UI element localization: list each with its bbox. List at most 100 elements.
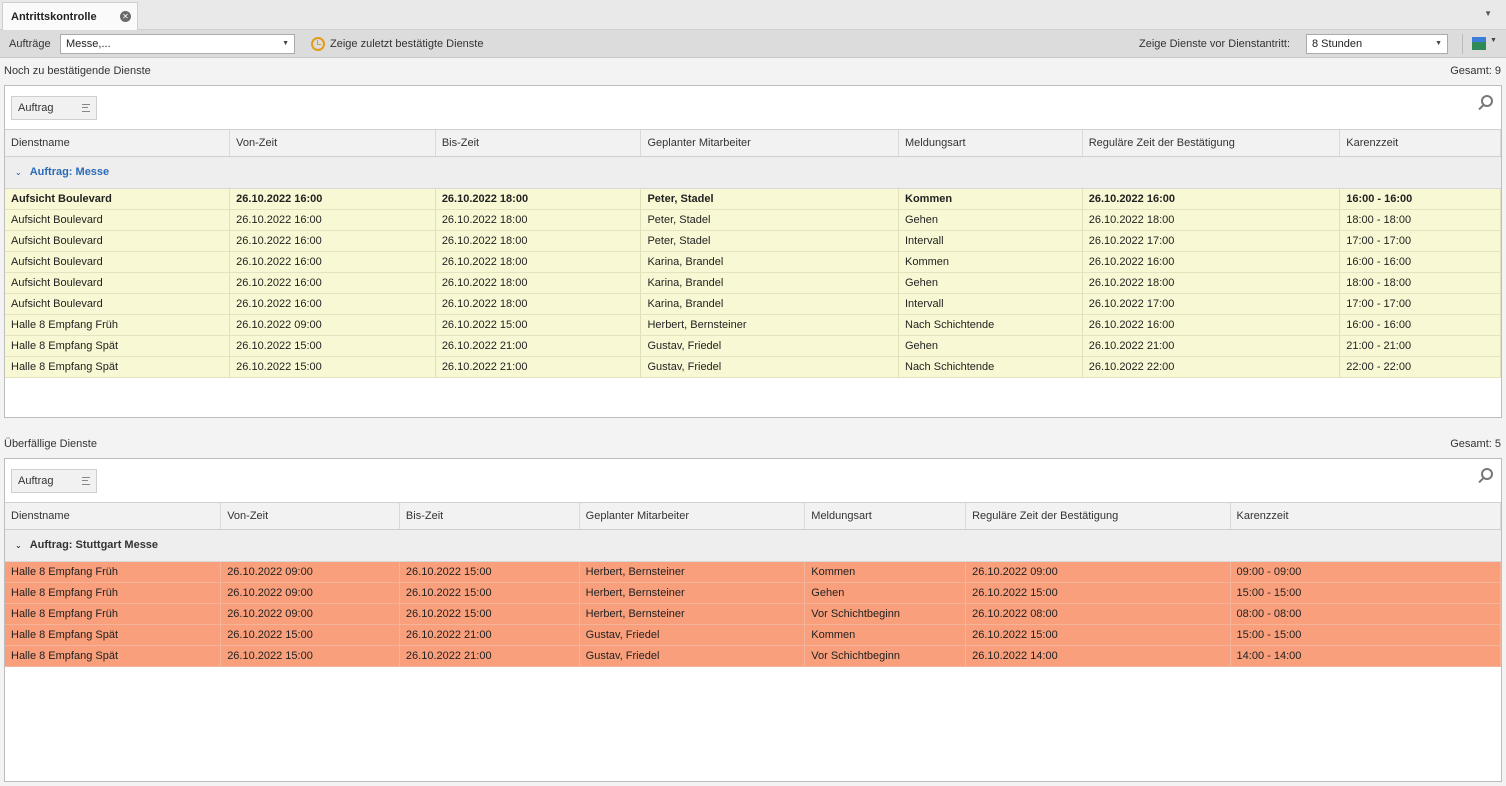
table-cell: 26.10.2022 16:00 bbox=[229, 251, 436, 273]
table-cell: Aufsicht Boulevard bbox=[5, 230, 231, 252]
table-cell: 26.10.2022 15:00 bbox=[435, 314, 642, 336]
table-cell: Intervall bbox=[898, 230, 1083, 252]
table-cell: Herbert, Bernsteiner bbox=[579, 603, 806, 625]
table-cell: Herbert, Bernsteiner bbox=[579, 561, 806, 583]
table-row[interactable]: Aufsicht Boulevard 26.10.2022 16:00 26.10.… bbox=[5, 188, 1501, 210]
chevron-down-icon[interactable]: ▼ bbox=[282, 35, 289, 53]
group-panel: Auftrag bbox=[5, 459, 1501, 503]
group-chip-auftrag[interactable]: Auftrag bbox=[11, 96, 97, 120]
tab-list-chevron-icon[interactable]: ▼ bbox=[1484, 9, 1492, 18]
column-header[interactable]: Geplanter Mitarbeiter bbox=[579, 503, 806, 530]
table-row[interactable]: Halle 8 Empfang Früh 26.10.2022 09:00 26.1… bbox=[5, 603, 1502, 625]
group-chip-label: Auftrag bbox=[18, 102, 54, 114]
table-cell: 18:00 - 18:00 bbox=[1339, 209, 1501, 231]
table-cell: 26.10.2022 15:00 bbox=[220, 645, 400, 667]
column-header[interactable]: Dienstname bbox=[5, 503, 222, 530]
close-icon[interactable]: ✕ bbox=[120, 11, 131, 22]
chevron-down-icon[interactable]: ⌄ bbox=[15, 541, 22, 550]
table-cell: 18:00 - 18:00 bbox=[1339, 272, 1501, 294]
hours-combo[interactable]: 8 Stunden ▼ bbox=[1306, 34, 1448, 54]
table-cell: 26.10.2022 09:00 bbox=[220, 603, 400, 625]
search-icon[interactable] bbox=[1477, 95, 1493, 113]
table-cell: Kommen bbox=[898, 188, 1083, 210]
table-cell: 26.10.2022 21:00 bbox=[435, 335, 642, 357]
table-cell: Halle 8 Empfang Spät bbox=[5, 645, 222, 667]
table-cell: 17:00 - 17:00 bbox=[1339, 293, 1501, 315]
table-cell: Nach Schichtende bbox=[898, 314, 1083, 336]
chevron-down-icon[interactable]: ⌄ bbox=[15, 168, 22, 177]
chevron-down-icon[interactable]: ▼ bbox=[1435, 35, 1442, 53]
table-row[interactable]: Halle 8 Empfang Früh 26.10.2022 09:00 26.1… bbox=[5, 561, 1502, 583]
group-row[interactable]: ⌄ Auftrag: Stuttgart Messe bbox=[5, 529, 1501, 562]
column-header[interactable]: Reguläre Zeit der Bestätigung bbox=[1082, 130, 1341, 157]
table-row[interactable]: Halle 8 Empfang Spät 26.10.2022 15:00 26.1… bbox=[5, 356, 1501, 378]
show-confirmed-button[interactable]: Zeige zuletzt bestätigte Dienste bbox=[330, 38, 483, 50]
column-header[interactable]: Karenzzeit bbox=[1230, 503, 1502, 530]
table-header: Dienstname Von-Zeit Bis-Zeit Geplanter Mita… bbox=[5, 503, 1502, 530]
table-cell: Kommen bbox=[804, 561, 967, 583]
table-row[interactable]: Halle 8 Empfang Spät 26.10.2022 15:00 26.1… bbox=[5, 624, 1502, 646]
column-header[interactable]: Dienstname bbox=[5, 130, 231, 157]
clock-icon[interactable] bbox=[311, 37, 325, 51]
table-cell: 26.10.2022 16:00 bbox=[1082, 188, 1341, 210]
column-header[interactable]: Von-Zeit bbox=[229, 130, 436, 157]
table-row[interactable]: Aufsicht Boulevard 26.10.2022 16:00 26.10.… bbox=[5, 251, 1501, 273]
table-cell: Nach Schichtende bbox=[898, 356, 1083, 378]
column-header[interactable]: Karenzzeit bbox=[1339, 130, 1501, 157]
table-row[interactable]: Aufsicht Boulevard 26.10.2022 16:00 26.10.… bbox=[5, 230, 1501, 252]
table-cell: Halle 8 Empfang Spät bbox=[5, 335, 231, 357]
search-icon[interactable] bbox=[1477, 468, 1493, 486]
table-cell: 26.10.2022 18:00 bbox=[435, 209, 642, 231]
table-cell: 26.10.2022 15:00 bbox=[965, 582, 1231, 604]
overdue-grid: Auftrag Dienstname Von-Zeit Bis-Zeit Geplan… bbox=[4, 458, 1502, 782]
table-cell: Aufsicht Boulevard bbox=[5, 251, 231, 273]
column-header[interactable]: Bis-Zeit bbox=[399, 503, 580, 530]
table-row[interactable]: Halle 8 Empfang Früh 26.10.2022 09:00 26.1… bbox=[5, 314, 1501, 336]
sort-icon bbox=[82, 104, 90, 112]
layout-icon bbox=[1472, 37, 1486, 50]
table-cell: 26.10.2022 16:00 bbox=[229, 209, 436, 231]
table-row[interactable]: Halle 8 Empfang Früh 26.10.2022 09:00 26.1… bbox=[5, 582, 1502, 604]
table-row[interactable]: Halle 8 Empfang Spät 26.10.2022 15:00 26.1… bbox=[5, 645, 1502, 667]
table-row[interactable]: Aufsicht Boulevard 26.10.2022 16:00 26.10.… bbox=[5, 209, 1501, 231]
table-cell: 26.10.2022 15:00 bbox=[229, 356, 436, 378]
column-header[interactable]: Meldungsart bbox=[898, 130, 1083, 157]
column-header[interactable]: Reguläre Zeit der Bestätigung bbox=[965, 503, 1231, 530]
table-cell: 26.10.2022 18:00 bbox=[435, 272, 642, 294]
column-header[interactable]: Von-Zeit bbox=[220, 503, 400, 530]
group-chip-label: Auftrag bbox=[18, 475, 54, 487]
orders-combo[interactable]: Messe,... ▼ bbox=[60, 34, 295, 54]
group-chip-auftrag[interactable]: Auftrag bbox=[11, 469, 97, 493]
table-cell: 26.10.2022 09:00 bbox=[229, 314, 436, 336]
table-cell: Herbert, Bernsteiner bbox=[640, 314, 899, 336]
table-cell: Peter, Stadel bbox=[640, 188, 899, 210]
table-cell: 26.10.2022 15:00 bbox=[399, 561, 580, 583]
tab-antrittskontrolle[interactable]: Antrittskontrolle ✕ bbox=[2, 2, 138, 30]
column-header[interactable]: Meldungsart bbox=[804, 503, 967, 530]
table-cell: 26.10.2022 08:00 bbox=[965, 603, 1231, 625]
table-cell: 26.10.2022 16:00 bbox=[229, 293, 436, 315]
table-cell: 09:00 - 09:00 bbox=[1230, 561, 1502, 583]
column-header[interactable]: Geplanter Mitarbeiter bbox=[640, 130, 899, 157]
table-row[interactable]: Halle 8 Empfang Spät 26.10.2022 15:00 26.1… bbox=[5, 335, 1501, 357]
table-row[interactable]: Aufsicht Boulevard 26.10.2022 16:00 26.10.… bbox=[5, 272, 1501, 294]
table-cell: 26.10.2022 16:00 bbox=[1082, 251, 1341, 273]
tab-strip: Antrittskontrolle ✕ ▼ bbox=[0, 0, 1506, 30]
table-cell: Karina, Brandel bbox=[640, 293, 899, 315]
table-row[interactable]: Aufsicht Boulevard 26.10.2022 16:00 26.10.… bbox=[5, 293, 1501, 315]
table-cell: Halle 8 Empfang Früh bbox=[5, 603, 222, 625]
overdue-table: Dienstname Von-Zeit Bis-Zeit Geplanter Mita… bbox=[5, 503, 1502, 667]
layout-button[interactable]: ▼ bbox=[1470, 35, 1500, 53]
table-cell: 21:00 - 21:00 bbox=[1339, 335, 1501, 357]
table-cell: Gehen bbox=[898, 335, 1083, 357]
table-cell: 26.10.2022 18:00 bbox=[1082, 272, 1341, 294]
group-row[interactable]: ⌄ Auftrag: Messe bbox=[5, 156, 1501, 189]
table-cell: Halle 8 Empfang Spät bbox=[5, 356, 231, 378]
tab-title: Antrittskontrolle bbox=[11, 10, 97, 23]
table-cell: 15:00 - 15:00 bbox=[1230, 624, 1502, 646]
table-cell: Halle 8 Empfang Spät bbox=[5, 624, 222, 646]
table-cell: Vor Schichtbeginn bbox=[804, 603, 967, 625]
table-cell: Halle 8 Empfang Früh bbox=[5, 561, 222, 583]
table-cell: 26.10.2022 18:00 bbox=[435, 230, 642, 252]
column-header[interactable]: Bis-Zeit bbox=[435, 130, 642, 157]
